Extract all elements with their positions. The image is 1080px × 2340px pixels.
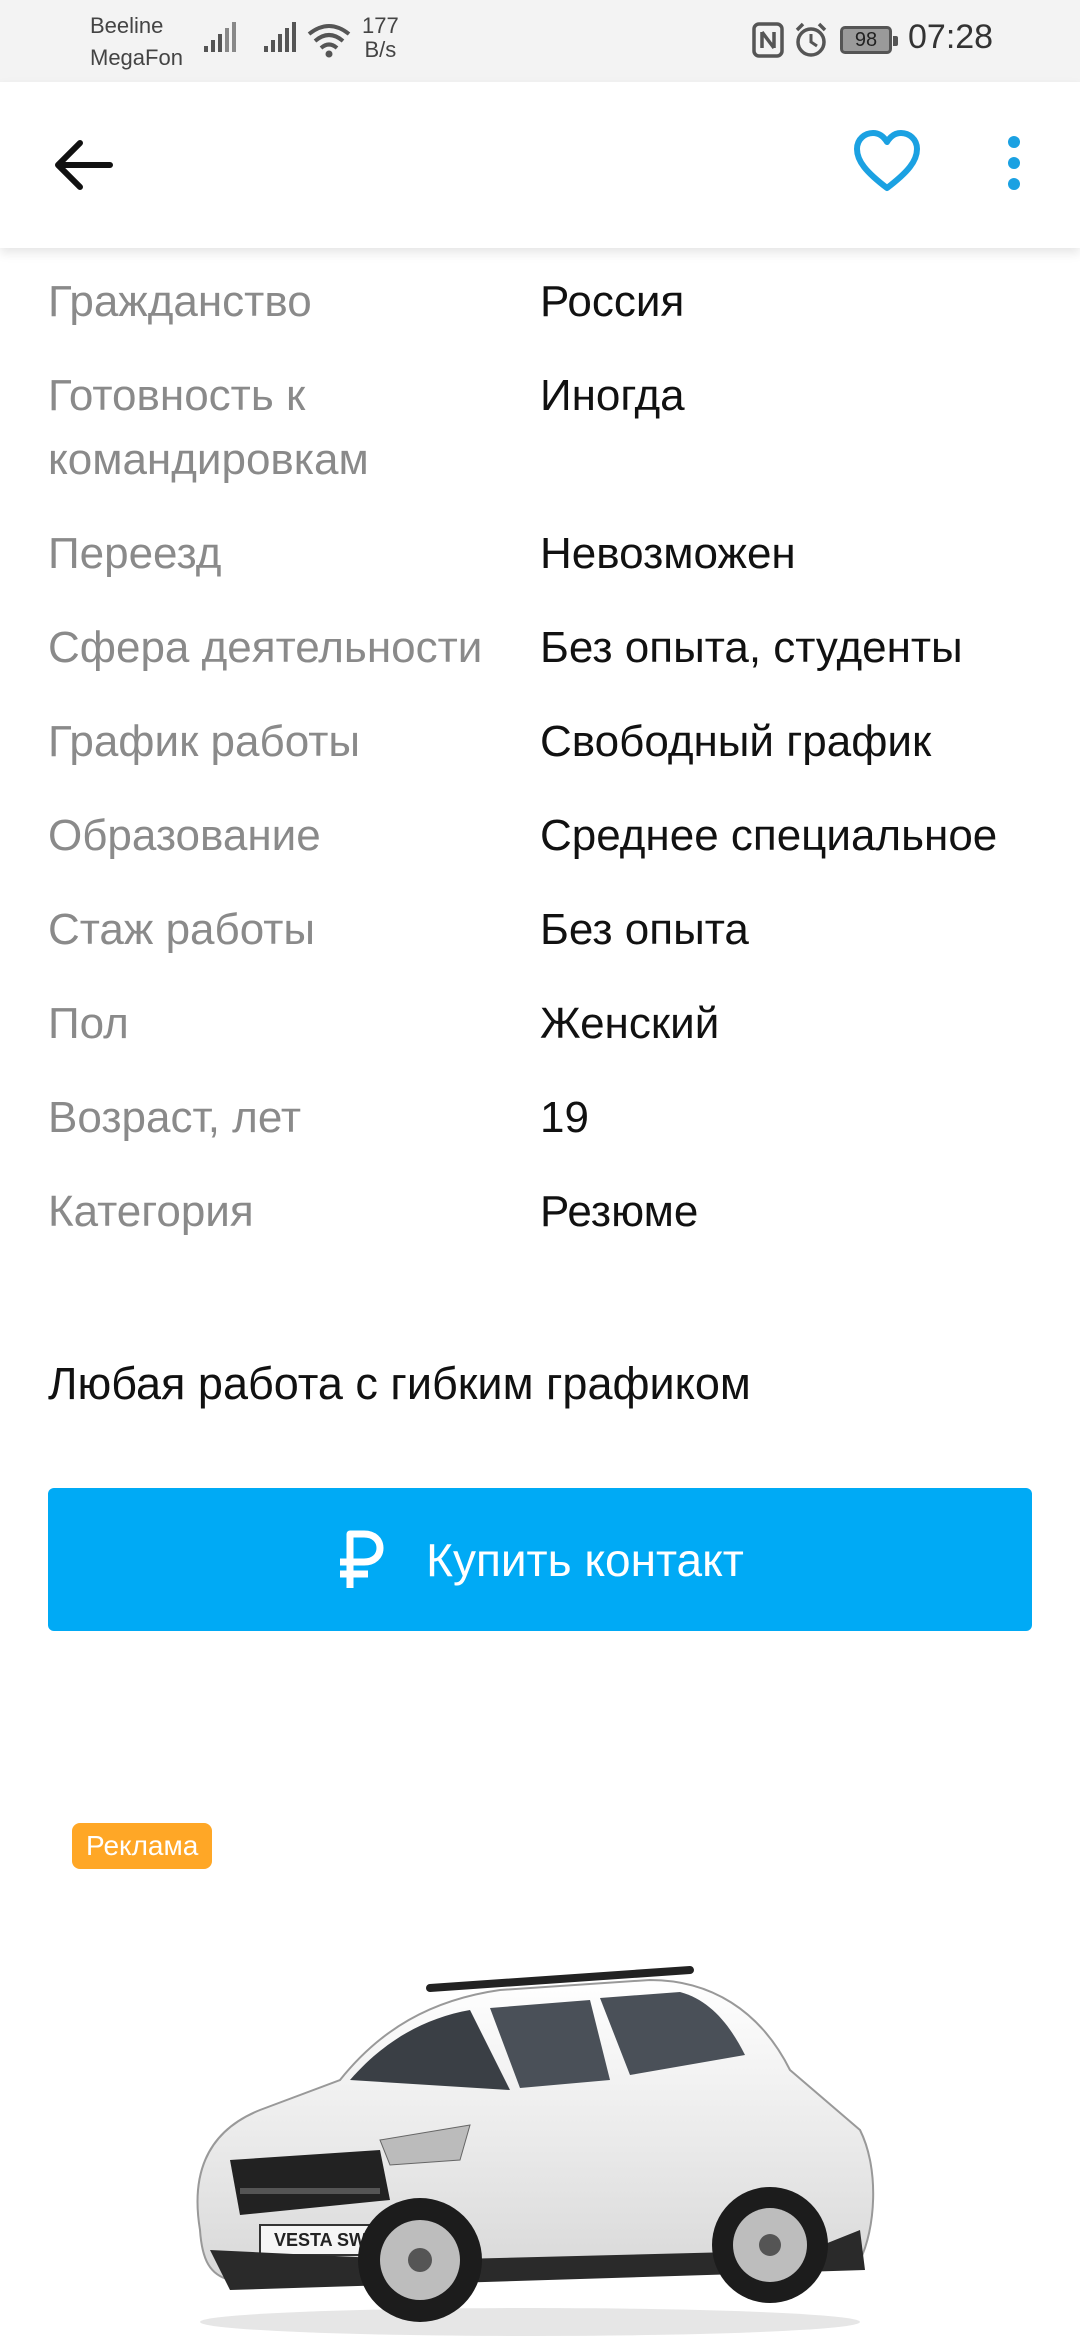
buy-contact-button[interactable]: Купить контакт [48,1488,1032,1631]
network-speed: 177 B/s [362,14,399,62]
clock: 07:28 [908,18,994,56]
detail-label: Сфера деятельности [48,623,483,672]
detail-value: Без опыта [540,905,749,954]
resume-description: Любая работа с гибким графиком [48,1358,751,1409]
detail-label: Стаж работы [48,905,315,954]
detail-row-schedule: График работы Свободный график [48,710,1048,774]
detail-value: Россия [540,277,685,326]
status-bar: Beeline MegaFon 177 B/s 98 07:28 [0,0,1080,82]
detail-row-experience: Стаж работы Без опыта [48,898,1048,962]
detail-row-relocation: Переезд Невозможен [48,522,1048,586]
app-bar [0,82,1080,248]
detail-label: Категория [48,1187,254,1236]
detail-label: Образование [48,811,321,860]
resume-details: Гражданство Россия Готовность к командир… [48,270,1048,1274]
signal-icon-2 [264,22,296,52]
detail-label: График работы [48,717,360,766]
alarm-icon [795,22,827,57]
detail-label: Гражданство [48,277,312,326]
detail-value: 19 [540,1093,589,1142]
detail-value: Иногда [540,371,685,420]
detail-value: Среднее специальное [540,811,998,860]
battery-icon: 98 [840,26,898,54]
nfc-icon [752,22,784,58]
car-plate-text: VESTA SW [274,2230,366,2250]
detail-label: Переезд [48,529,222,578]
detail-label: Пол [48,999,129,1048]
detail-label: Возраст, лет [48,1093,301,1142]
detail-value: Резюме [540,1187,699,1236]
detail-row-category: Категория Резюме [48,1180,1048,1244]
signal-icon [204,22,236,52]
detail-value: Свободный график [540,717,932,766]
ad-badge: Реклама [72,1823,213,1869]
detail-row-business-trips: Готовность к командировкам Иногда [48,364,1048,492]
net-speed-value: 177 [362,13,399,38]
ruble-icon [340,1530,384,1588]
detail-label: Готовность к командировкам [48,371,369,484]
carrier-2: MegaFon [90,45,183,70]
net-speed-unit: B/s [364,37,397,62]
carrier-names: Beeline MegaFon [90,10,183,74]
detail-value: Невозможен [540,529,796,578]
wifi-icon [307,24,351,58]
detail-value: Женский [540,999,720,1048]
detail-row-gender: Пол Женский [48,992,1048,1056]
arrow-left-icon[interactable] [50,132,116,198]
detail-row-education: Образование Среднее специальное [48,804,1048,868]
carrier-1: Beeline [90,13,164,38]
detail-row-field: Сфера деятельности Без опыта, студенты [48,616,1048,680]
more-vert-icon[interactable] [992,128,1036,198]
buy-contact-label: Купить контакт [426,1533,744,1586]
heart-outline-icon[interactable] [852,128,922,198]
car-ad-image[interactable]: VESTA SW [170,1930,890,2340]
detail-row-age: Возраст, лет 19 [48,1086,1048,1150]
detail-row-citizenship: Гражданство Россия [48,270,1048,334]
detail-value: Без опыта, студенты [540,623,963,672]
